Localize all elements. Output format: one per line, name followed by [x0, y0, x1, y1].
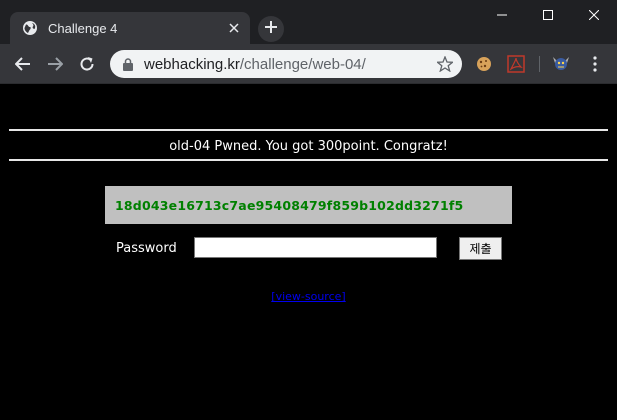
password-input[interactable]	[194, 237, 437, 258]
browser-toolbar: webhacking.kr/challenge/web-04/	[0, 44, 617, 84]
view-source-link[interactable]: [view-source]	[271, 290, 345, 303]
page-content: old-04 Pwned. You got 300point. Congratz…	[0, 85, 617, 420]
window-controls	[479, 0, 617, 30]
top-divider	[9, 129, 608, 131]
hash-box: 18d043e16713c7ae95408479f859b102dd3271f5	[105, 186, 512, 224]
hash-value: 18d043e16713c7ae95408479f859b102dd3271f5	[115, 197, 464, 213]
new-tab-button[interactable]	[258, 16, 284, 42]
bottom-divider	[9, 159, 608, 161]
url-host: webhacking.kr	[144, 55, 240, 73]
close-icon[interactable]	[224, 18, 244, 38]
plus-icon	[264, 20, 278, 39]
active-tab[interactable]: Challenge 4	[10, 12, 250, 44]
url-text: webhacking.kr/challenge/web-04/	[144, 56, 436, 73]
window-close-icon[interactable]	[571, 0, 617, 30]
minimize-icon[interactable]	[479, 0, 525, 30]
cookie-extension-icon[interactable]	[474, 54, 494, 74]
tab-title: Challenge 4	[48, 20, 118, 36]
pwned-message: old-04 Pwned. You got 300point. Congratz…	[169, 139, 448, 154]
avatar-extension-icon[interactable]	[551, 54, 571, 74]
menu-kebab-icon[interactable]	[585, 54, 605, 74]
browser-titlebar: Challenge 4	[0, 0, 617, 44]
lock-icon[interactable]	[122, 57, 134, 71]
view-source-container: [view-source]	[0, 287, 617, 305]
url-path: /challenge/web-04/	[239, 55, 366, 73]
address-bar[interactable]: webhacking.kr/challenge/web-04/	[110, 50, 462, 78]
maximize-icon[interactable]	[525, 0, 571, 30]
pdf-extension-icon[interactable]	[506, 54, 526, 74]
globe-icon	[22, 20, 38, 36]
submit-button[interactable]: 제출	[459, 237, 502, 260]
forward-arrow-icon[interactable]	[43, 52, 67, 76]
toolbar-separator	[539, 56, 540, 72]
back-arrow-icon[interactable]	[11, 52, 35, 76]
reload-icon[interactable]	[75, 52, 99, 76]
password-label: Password	[116, 241, 177, 256]
star-icon[interactable]	[436, 55, 454, 73]
